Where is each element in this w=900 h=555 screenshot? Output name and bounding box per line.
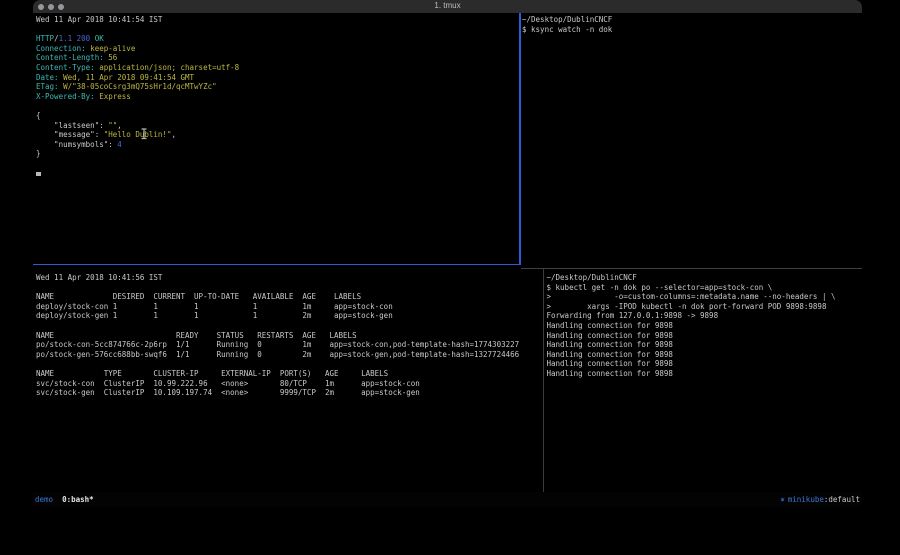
- timestamp-line: Wed 11 Apr 2018 10:41:56 IST: [36, 273, 545, 283]
- pane-border-vertical-top[interactable]: [519, 13, 521, 264]
- terminal-line: [36, 169, 522, 179]
- terminal-line: "lastseen": "",: [36, 121, 522, 131]
- terminal-line: NAME READY STATUS RESTARTS AGE LABELS: [36, 331, 545, 341]
- terminal-line: deploy/stock-con 1 1 1 1 1m app=stock-co…: [36, 302, 545, 312]
- terminal-line: HTTP/1.1 200 OK: [36, 34, 522, 44]
- terminal-line: [36, 101, 522, 111]
- kube-context: minikube: [788, 495, 824, 504]
- terminal-line: Handling connection for 9898: [547, 331, 863, 341]
- terminal-line: X-Powered-By: Express: [36, 92, 522, 102]
- tmux-status-bar: demo 0:bash* ⎈ minikube :default: [33, 492, 862, 506]
- pane-http-response[interactable]: Wed 11 Apr 2018 10:41:54 IST HTTP/1.1 20…: [33, 13, 522, 265]
- pane-border-horizontal-active[interactable]: [33, 264, 521, 266]
- pane-border-horizontal[interactable]: [521, 268, 863, 269]
- terminal-line: Handling connection for 9898: [547, 350, 863, 360]
- terminal-line: po/stock-con-5cc874766c-2p6rp 1/1 Runnin…: [36, 340, 545, 350]
- terminal-line: $ kubectl get -n dok po --selector=app=s…: [547, 283, 863, 293]
- terminal-line: deploy/stock-gen 1 1 1 1 2m app=stock-ge…: [36, 311, 545, 321]
- terminal-line: [36, 25, 522, 35]
- terminal-line: Handling connection for 9898: [547, 359, 863, 369]
- terminal-line: {: [36, 111, 522, 121]
- tmux-window-item[interactable]: 0:bash*: [62, 495, 94, 504]
- tmux-layout: Wed 11 Apr 2018 10:41:54 IST HTTP/1.1 20…: [33, 13, 862, 492]
- window-titlebar[interactable]: 1. tmux: [33, 0, 862, 13]
- terminal-line: Content-Type: application/json; charset=…: [36, 63, 522, 73]
- terminal-line: > xargs -IPOD kubectl -n dok port-forwar…: [547, 302, 863, 312]
- terminal-line: "numsymbols": 4: [36, 140, 522, 150]
- terminal-line: NAME TYPE CLUSTER-IP EXTERNAL-IP PORT(S)…: [36, 369, 545, 379]
- kube-namespace: :default: [824, 495, 860, 504]
- command-line: $ ksync watch -n dok: [522, 25, 861, 35]
- terminal-line: Content-Length: 56: [36, 53, 522, 63]
- terminal-line: [36, 159, 522, 169]
- pane-kubectl-get[interactable]: Wed 11 Apr 2018 10:41:56 IST NAME DESIRE…: [33, 271, 545, 494]
- terminal-line: "message": "Hello Dublin!",: [36, 130, 522, 140]
- mouse-ibeam-cursor: [140, 125, 148, 144]
- terminal-line: svc/stock-con ClusterIP 10.99.222.96 <no…: [36, 379, 545, 389]
- terminal-line: ETag: W/"38-05coCsrg3mQ75sHr1d/qcMTwYZc": [36, 82, 522, 92]
- terminal-line: NAME DESIRED CURRENT UP-TO-DATE AVAILABL…: [36, 292, 545, 302]
- status-left: demo 0:bash*: [35, 495, 94, 504]
- terminal-line: Handling connection for 9898: [547, 321, 863, 331]
- terminal-line: [36, 359, 545, 369]
- status-right: ⎈ minikube :default: [780, 495, 860, 504]
- terminal-line: Forwarding from 127.0.0.1:9898 -> 9898: [547, 311, 863, 321]
- terminal-line: > -o=custom-columns=:metadata.name --no-…: [547, 292, 863, 302]
- terminal-line: po/stock-gen-576cc688bb-swqf6 1/1 Runnin…: [36, 350, 545, 360]
- terminal-line: [36, 283, 545, 293]
- terminal-line: [36, 321, 545, 331]
- terminal-line: Connection: keep-alive: [36, 44, 522, 54]
- cwd-line: ~/Desktop/DublinCNCF: [522, 15, 861, 25]
- kubernetes-helm-icon: ⎈: [780, 495, 785, 504]
- window-title: 1. tmux: [33, 1, 862, 10]
- terminal-line: svc/stock-gen ClusterIP 10.109.197.74 <n…: [36, 388, 545, 398]
- terminal-cursor: [36, 172, 41, 176]
- terminal-line: Handling connection for 9898: [547, 369, 863, 379]
- tmux-session-name: demo: [35, 495, 53, 504]
- timestamp-line: Wed 11 Apr 2018 10:41:54 IST: [36, 15, 522, 25]
- pane-ksync-watch[interactable]: ~/Desktop/DublinCNCF $ ksync watch -n do…: [522, 13, 861, 265]
- terminal-line: Handling connection for 9898: [547, 340, 863, 350]
- terminal-line: }: [36, 149, 522, 159]
- pane-port-forward[interactable]: ~/Desktop/DublinCNCF $ kubectl get -n do…: [545, 271, 863, 494]
- cwd-line: ~/Desktop/DublinCNCF: [547, 273, 863, 283]
- terminal-window: 1. tmux Wed 11 Apr 2018 10:41:54 IST HTT…: [33, 0, 862, 506]
- terminal-line: Date: Wed, 11 Apr 2018 09:41:54 GMT: [36, 73, 522, 83]
